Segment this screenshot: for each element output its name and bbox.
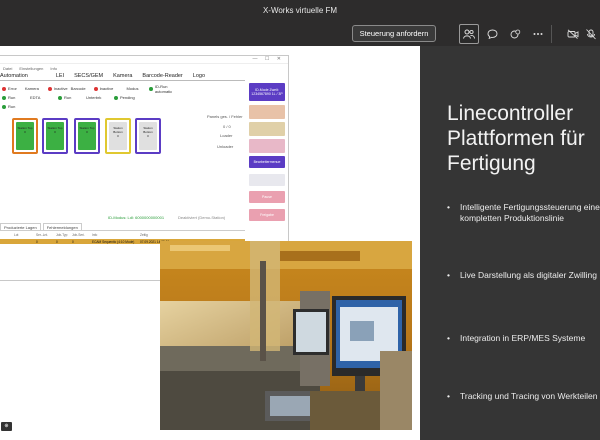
- status-value: Inactive: [99, 86, 114, 91]
- status-value: Run: [64, 95, 72, 100]
- slide-title-line: Plattformen für: [447, 127, 585, 150]
- factory-photo: [160, 241, 412, 430]
- station-value: 0: [117, 134, 119, 138]
- cell: ECAM Sequentic (4:10 Mode): [92, 239, 135, 244]
- panels-counter-value: 0 / 0: [223, 124, 231, 129]
- station-value: 0: [86, 130, 88, 134]
- col-header: Job-Seri.: [72, 233, 85, 237]
- menu-item[interactable]: Datei: [3, 66, 12, 71]
- status-label: Modus: [126, 86, 139, 91]
- slide-title-line: Linecontroller: [447, 102, 574, 125]
- app-tabs: Automation LEI SECS/GEM Kamera Barcode-R…: [0, 72, 245, 81]
- side-button-blank[interactable]: [249, 105, 285, 119]
- menu-item[interactable]: Info: [50, 66, 57, 71]
- shared-slide-right: Linecontroller Plattformen für Fertigung…: [420, 46, 600, 440]
- tab-lei[interactable]: LEI: [56, 73, 64, 79]
- status-label: Run: [8, 95, 16, 100]
- status-value: Inactive: [53, 86, 68, 91]
- status-grid: Error Kamera Inactive Barcode Inactive M…: [2, 84, 182, 111]
- shared-slide-left: — ☐ ✕ Datei Einstellungen Info Automatio…: [0, 46, 420, 440]
- bullet-dot: •: [447, 391, 450, 401]
- col-header: Ser.-Lnt.: [36, 233, 49, 237]
- slide-bullet: • Integration in ERP/MES Systeme: [447, 333, 600, 344]
- station-title: Station Bottom: [113, 126, 123, 134]
- release-button[interactable]: Freigabe: [249, 209, 285, 221]
- menu-item[interactable]: Einstellungen: [19, 66, 43, 71]
- tab-produced-layers[interactable]: Produzierte Lagen: [0, 223, 41, 230]
- bullet-text: Tracking und Tracing von Werkteilen: [460, 391, 598, 401]
- col-header: Zeitig: [140, 233, 148, 237]
- window-title: X-Works virtuelle FM: [262, 6, 338, 15]
- slide-bullet: • Intelligente Fertigungssteuerung einer…: [447, 202, 600, 224]
- status-value: Pending: [120, 95, 135, 100]
- table-tabs: Produzierte Lagen Fehlermeldungen: [0, 223, 245, 231]
- chat-icon[interactable]: [482, 24, 502, 44]
- meeting-toolbar: X-Works virtuelle FM Steuerung anfordern: [0, 0, 600, 46]
- side-button-blank[interactable]: [249, 122, 285, 136]
- station-card[interactable]: Station Top 0: [12, 118, 38, 154]
- panels-counter-label: Panels ges. / Fehler: [207, 114, 243, 119]
- tab-automation[interactable]: Automation: [0, 73, 28, 79]
- side-button-blank[interactable]: [249, 139, 285, 153]
- reactions-icon[interactable]: [505, 24, 525, 44]
- bullet-text: Integration in ERP/MES Systeme: [460, 333, 586, 343]
- station-value: 0: [147, 134, 149, 138]
- tab-error-messages[interactable]: Fehlermeldungen: [42, 223, 82, 230]
- cell: 0: [36, 239, 38, 244]
- status-label: Kamera: [24, 86, 39, 91]
- slide-title: Linecontroller Plattformen für Fertigung: [447, 101, 600, 176]
- bullet-dot: •: [447, 270, 450, 280]
- station-card[interactable]: Station Top 0: [74, 118, 100, 154]
- slide-bullet: • Live Darstellung als digitaler Zwillin…: [447, 270, 600, 281]
- side-button-blank[interactable]: [249, 174, 285, 186]
- unloader-label: Unloader: [217, 144, 234, 149]
- tab-logo[interactable]: Logo: [193, 73, 205, 79]
- slide-title-line: Fertigung: [447, 152, 536, 175]
- app-titlebar: — ☐ ✕: [0, 56, 288, 64]
- status-value: ID-Run automatic: [154, 83, 173, 94]
- operator-menu-button[interactable]: Bearbeitermenue: [249, 156, 285, 168]
- zoom-icon[interactable]: ⊕: [1, 422, 12, 431]
- station-value: 0: [54, 130, 56, 134]
- col-header: Lot: [14, 233, 19, 237]
- station-card[interactable]: Station Top 0: [42, 118, 68, 154]
- table-header: Lot Ser.-Lnt. Job-Typ Job-Seri. Info Zei…: [0, 232, 245, 238]
- mic-off-icon[interactable]: [586, 24, 600, 44]
- pause-button[interactable]: Pause: [249, 191, 285, 203]
- station-card[interactable]: Station Bottom 0: [105, 118, 131, 154]
- status-label: Barcode: [70, 86, 86, 91]
- col-header: Info: [92, 233, 98, 237]
- status-label: EDTA: [30, 95, 41, 100]
- status-label: Unterbrk: [86, 95, 102, 100]
- bullet-dot: •: [447, 333, 450, 343]
- col-header: Job-Typ: [56, 233, 68, 237]
- participants-icon[interactable]: [459, 24, 479, 44]
- loader-label: Loader: [220, 133, 233, 138]
- status-label: Error: [8, 86, 17, 91]
- tab-kamera[interactable]: Kamera: [113, 73, 132, 79]
- slide-bullet: • Tracking und Tracing von Werkteilen: [447, 391, 600, 402]
- more-icon[interactable]: [528, 24, 548, 44]
- id-mode-button[interactable]: ID-Mode Zweit: 1234567890 1L / 3P: [249, 83, 285, 101]
- tab-barcode-reader[interactable]: Barcode-Reader: [142, 73, 182, 79]
- tab-secs-gem[interactable]: SECS/GEM: [74, 73, 103, 79]
- window-controls: — ☐ ✕: [252, 56, 284, 62]
- station-value: 0: [24, 130, 26, 134]
- station-card[interactable]: Station Bottom 0: [135, 118, 161, 154]
- station-title: Station Bottom: [143, 126, 153, 134]
- bullet-text: Live Darstellung als digitaler Zwilling: [460, 270, 598, 280]
- request-control-button[interactable]: Steuerung anfordern: [352, 25, 436, 42]
- app-menu: Datei Einstellungen Info: [0, 64, 288, 72]
- cell: 0: [72, 239, 74, 244]
- cell: 0: [56, 239, 58, 244]
- deactivated-status: Deaktiviert (Demo-Station): [178, 215, 226, 220]
- status-label: Run: [8, 104, 16, 109]
- bullet-dot: •: [447, 202, 450, 212]
- id-mode-status: ID-Modus: Ldl: 6000000000001: [108, 215, 165, 220]
- camera-off-icon[interactable]: [563, 24, 583, 44]
- bullet-text: Intelligente Fertigungssteuerung einer k…: [460, 202, 600, 223]
- toolbar-divider: [551, 25, 552, 43]
